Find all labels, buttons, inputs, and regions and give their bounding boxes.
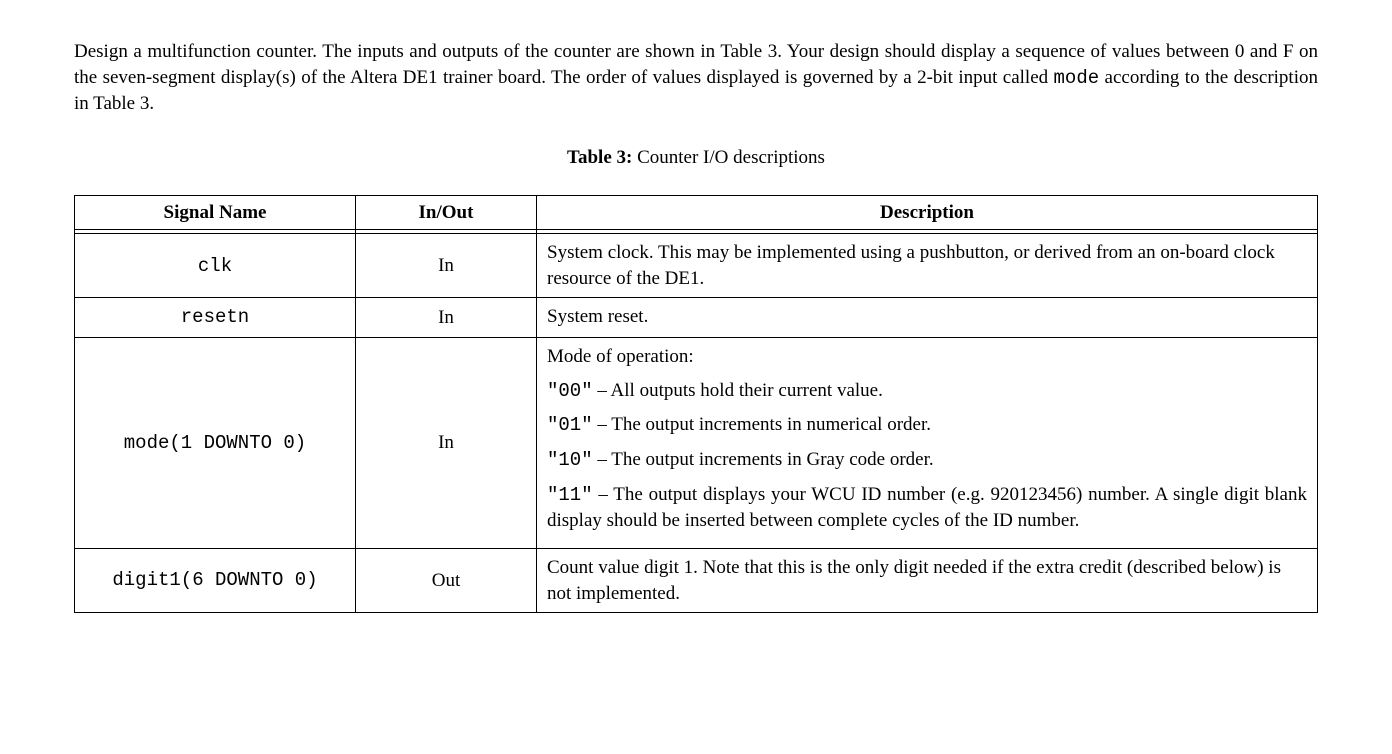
mode-00: "00" – All outputs hold their current va…: [547, 378, 1307, 405]
io-mode: In: [356, 338, 537, 549]
mode-01: "01" – The output increments in numerica…: [547, 412, 1307, 439]
mode-11: "11" – The output displays your WCU ID n…: [547, 482, 1307, 534]
desc-resetn: System reset.: [537, 298, 1318, 338]
desc-digit1: Count value digit 1. Note that this is t…: [537, 548, 1318, 612]
io-digit1: Out: [356, 548, 537, 612]
signal-resetn: resetn: [181, 306, 249, 328]
table-row: resetn In System reset.: [75, 298, 1318, 338]
signal-mode: mode(1 DOWNTO 0): [124, 432, 306, 454]
caption-label: Table 3:: [567, 147, 632, 168]
io-clk: In: [356, 234, 537, 298]
intro-mode-code: mode: [1054, 67, 1100, 89]
caption-text: Counter I/O descriptions: [632, 147, 825, 168]
header-desc: Description: [537, 195, 1318, 230]
io-table: Signal Name In/Out Description clk In Sy…: [74, 195, 1318, 614]
header-signal: Signal Name: [75, 195, 356, 230]
table-row: digit1(6 DOWNTO 0) Out Count value digit…: [75, 548, 1318, 612]
signal-clk: clk: [198, 255, 232, 277]
table-row: mode(1 DOWNTO 0) In Mode of operation: "…: [75, 338, 1318, 549]
mode-lead: Mode of operation:: [547, 344, 1307, 370]
mode-10: "10" – The output increments in Gray cod…: [547, 447, 1307, 474]
io-resetn: In: [356, 298, 537, 338]
desc-clk: System clock. This may be implemented us…: [537, 234, 1318, 298]
header-io: In/Out: [356, 195, 537, 230]
table-row: clk In System clock. This may be impleme…: [75, 234, 1318, 298]
intro-paragraph: Design a multifunction counter. The inpu…: [74, 39, 1318, 117]
signal-digit1: digit1(6 DOWNTO 0): [112, 569, 317, 591]
table-header-row: Signal Name In/Out Description: [75, 195, 1318, 230]
table-caption: Table 3: Counter I/O descriptions: [74, 145, 1318, 171]
